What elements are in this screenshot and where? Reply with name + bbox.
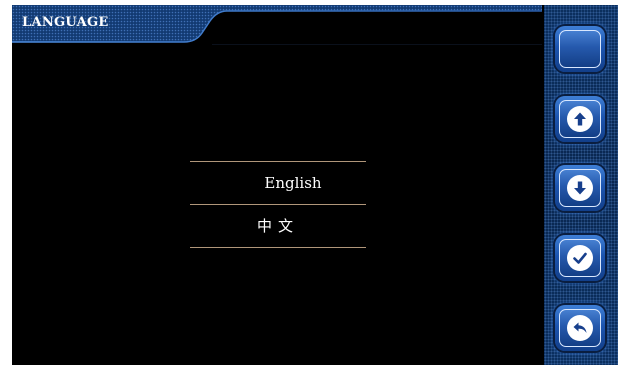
side-button-panel [544, 5, 618, 365]
language-item-chinese[interactable]: 中文 [190, 205, 366, 247]
header-bar: LANGUAGE [12, 5, 542, 45]
confirm-button[interactable] [555, 235, 605, 281]
down-button-frame [559, 169, 601, 207]
blank-button-frame [559, 30, 601, 68]
confirm-button-frame [559, 239, 601, 277]
arrow-up-icon [567, 106, 593, 132]
language-list: English 中文 [190, 161, 366, 248]
blank-button[interactable] [555, 26, 605, 72]
back-button-frame [559, 309, 601, 347]
divider [190, 247, 366, 248]
arrow-down-icon [567, 175, 593, 201]
down-button[interactable] [555, 165, 605, 211]
checkmark-icon [567, 245, 593, 271]
language-screen: LANGUAGE English 中文 [12, 5, 618, 365]
up-button[interactable] [555, 96, 605, 142]
page-title: LANGUAGE [22, 15, 109, 30]
return-arrow-icon [567, 315, 593, 341]
up-button-frame [559, 100, 601, 138]
back-button[interactable] [555, 305, 605, 351]
language-item-english[interactable]: English [190, 162, 366, 204]
